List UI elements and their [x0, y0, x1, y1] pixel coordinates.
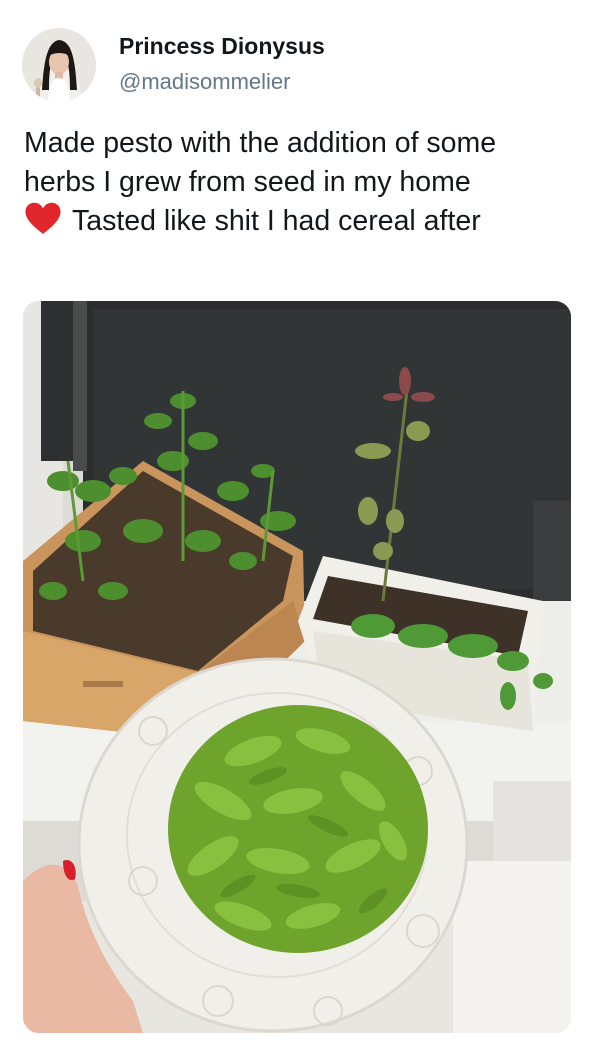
tweet-photo[interactable]: [23, 301, 571, 1033]
tweet-text-line: Tasted like shit I had cereal after: [72, 205, 481, 237]
tweet-text-line-with-emoji: Tasted like shit I had cereal after: [24, 202, 576, 241]
tweet-text: Made pesto with the addition of some her…: [24, 124, 576, 241]
avatar[interactable]: [22, 28, 96, 102]
author-display-name[interactable]: Princess Dionysus: [119, 32, 325, 60]
tweet-text-line: herbs I grew from seed in my home: [24, 166, 471, 198]
red-heart-icon: [25, 202, 61, 234]
author-handle[interactable]: @madisommelier: [119, 68, 290, 96]
tweet-text-line: Made pesto with the addition of some: [24, 127, 497, 159]
tweet-card: Princess Dionysus @madisommelier Made pe…: [0, 0, 599, 1061]
